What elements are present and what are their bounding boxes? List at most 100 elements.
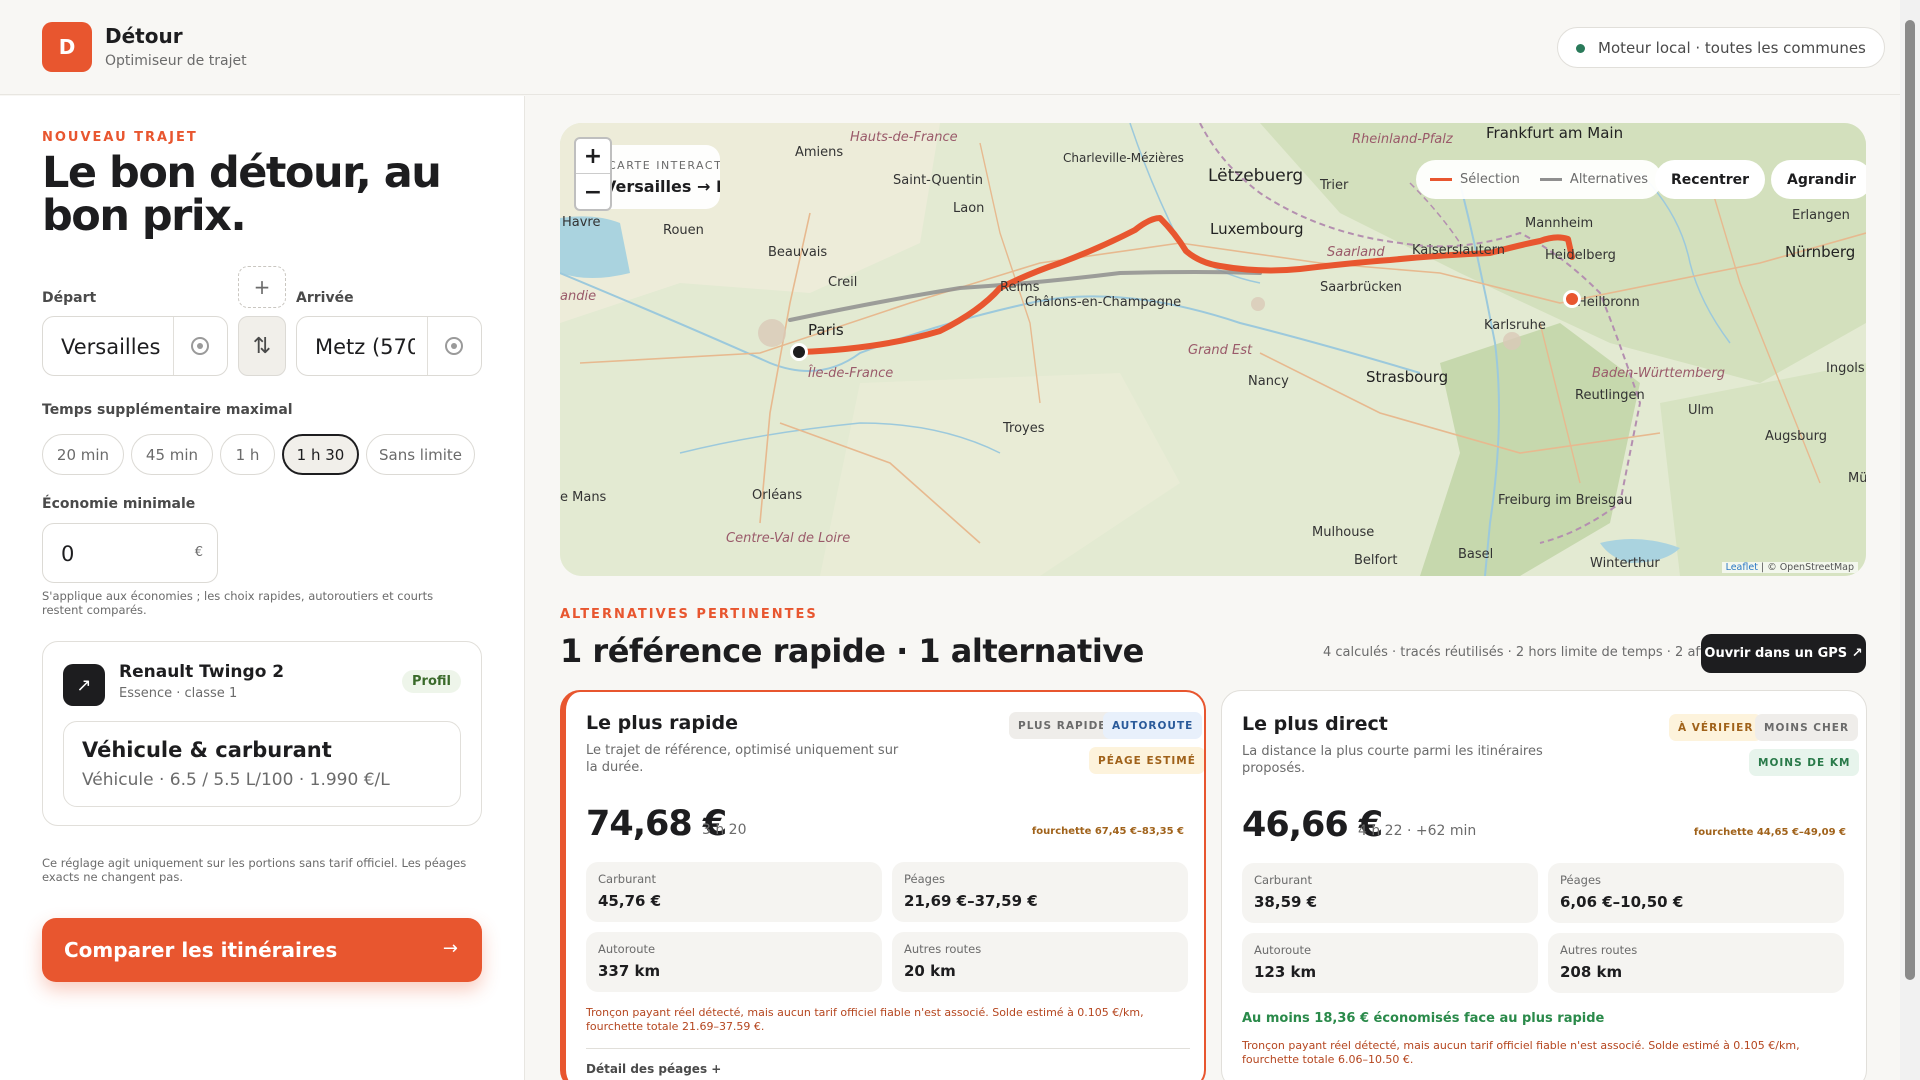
- app-logo[interactable]: D: [42, 22, 92, 72]
- map-label-saint-quentin: Saint-Quentin: [893, 173, 983, 188]
- map-label-troyes: Troyes: [1003, 421, 1045, 436]
- stat-fuel: Carburant 45,76 €: [586, 862, 882, 922]
- route-price-range: fourchette 67,45 €–83,35 €: [1031, 826, 1184, 837]
- min-saving-value[interactable]: 0: [61, 542, 74, 566]
- route-map[interactable]: Amiens Hauts-de-France Saint-Quentin Cha…: [560, 123, 1866, 576]
- stat-label: Autoroute: [1254, 943, 1312, 957]
- map-label-ingols: Ingols: [1826, 361, 1865, 376]
- map-label-beauvais: Beauvais: [768, 245, 828, 260]
- stat-value: 45,76 €: [598, 892, 662, 910]
- stat-label: Carburant: [598, 872, 656, 886]
- stat-value: 123 km: [1254, 963, 1317, 981]
- badge-moins-cher: MOINS CHER: [1755, 714, 1859, 741]
- chip-sans-limite[interactable]: Sans limite: [366, 434, 475, 475]
- route-duration: 3 h 20: [702, 822, 747, 838]
- map-label-charleville: Charleville-Mézières: [1063, 151, 1184, 165]
- open-gps-button[interactable]: Ouvrir dans un GPS ↗: [1701, 634, 1866, 673]
- map-label-belfort: Belfort: [1354, 553, 1398, 568]
- stat-highway: Autoroute 123 km: [1242, 933, 1538, 993]
- map-label-nurnberg: Nürnberg: [1785, 243, 1856, 261]
- osm-attribution[interactable]: | © OpenStreetMap: [1761, 562, 1854, 573]
- map-title-card: CARTE INTERACTIVE Versailles → Metz: [600, 145, 720, 209]
- map-label-le-mans: e Mans: [560, 490, 607, 505]
- stat-highway: Autoroute 337 km: [586, 932, 882, 992]
- zoom-in-button[interactable]: +: [576, 139, 610, 174]
- toll-warning: Tronçon payant réel détecté, mais aucun …: [1242, 1039, 1800, 1066]
- results-title: 1 référence rapide · 1 alternative: [560, 632, 1144, 670]
- app-title: Détour: [105, 24, 183, 48]
- compare-routes-button[interactable]: Comparer les itinéraires →: [42, 918, 482, 982]
- badge-autoroute: AUTOROUTE: [1103, 712, 1203, 739]
- locate-icon[interactable]: [191, 337, 209, 355]
- stat-label: Péages: [1560, 873, 1602, 887]
- departure-field[interactable]: Versailles: [42, 316, 228, 376]
- vehicle-card[interactable]: ↗ Renault Twingo 2 Essence · classe 1 Pr…: [42, 641, 482, 826]
- map-label-centre-val-de-loire: Centre-Val de Loire: [726, 531, 851, 546]
- map-label-nancy: Nancy: [1248, 374, 1289, 389]
- app-subtitle: Optimiseur de trajet: [105, 53, 247, 69]
- add-stop-button[interactable]: +: [238, 266, 286, 308]
- stat-other-roads: Autres routes 208 km: [1548, 933, 1844, 993]
- chip-1-h[interactable]: 1 h: [220, 434, 275, 475]
- page-scrollbar[interactable]: [1900, 0, 1920, 1080]
- map-label-creil: Creil: [828, 275, 858, 290]
- vehicle-sub: Essence · classe 1: [119, 686, 238, 701]
- chip-20-min[interactable]: 20 min: [42, 434, 124, 475]
- origin-marker-icon[interactable]: [790, 343, 808, 361]
- selection-line-icon: [1430, 178, 1452, 181]
- chip-45-min[interactable]: 45 min: [131, 434, 213, 475]
- map-attribution: Leaflet | © OpenStreetMap: [1721, 562, 1858, 573]
- stat-other-roads: Autres routes 20 km: [892, 932, 1188, 992]
- chip-1-h-30[interactable]: 1 h 30: [282, 434, 359, 475]
- map-label-winterthur: Winterthur: [1590, 556, 1660, 571]
- map-legend: Sélection Alternatives: [1416, 160, 1663, 199]
- map-label-orleans: Orléans: [752, 488, 803, 503]
- vehicle-fuel-settings[interactable]: Véhicule & carburant Véhicule · 6.5 / 5.…: [63, 721, 461, 807]
- route-card-fastest[interactable]: Le plus rapide Le trajet de référence, o…: [560, 690, 1206, 1080]
- stat-value: 6,06 €–10,50 €: [1560, 893, 1684, 911]
- form-headline: Le bon détour, au bon prix.: [42, 148, 442, 241]
- extra-time-label: Temps supplémentaire maximal: [42, 402, 293, 418]
- results-eyebrow: ALTERNATIVES PERTINENTES: [560, 607, 818, 622]
- map-label-baden-wurttemberg: Baden-Württemberg: [1592, 366, 1725, 381]
- map-label-erlangen: Erlangen: [1792, 208, 1850, 223]
- status-dot-icon: [1576, 44, 1585, 53]
- stat-value: 20 km: [904, 962, 956, 980]
- destination-marker-icon[interactable]: [1563, 290, 1581, 308]
- toll-detail-toggle[interactable]: Détail des péages +: [586, 1062, 721, 1076]
- arrow-up-right-icon: ↗: [63, 664, 105, 706]
- recenter-button[interactable]: Recentrer: [1655, 160, 1766, 199]
- locate-icon[interactable]: [445, 337, 463, 355]
- leaflet-link[interactable]: Leaflet: [1726, 562, 1758, 573]
- map-label-mulhouse: Mulhouse: [1312, 525, 1375, 540]
- route-price-range: fourchette 44,65 €–49,09 €: [1693, 827, 1846, 838]
- enlarge-button[interactable]: Agrandir: [1771, 160, 1866, 199]
- badge-moins-de-km: MOINS DE KM: [1749, 749, 1860, 776]
- stat-label: Carburant: [1254, 873, 1312, 887]
- app-header: D Détour Optimiseur de trajet Moteur loc…: [0, 0, 1900, 95]
- map-label-paris: Paris: [808, 321, 844, 339]
- vehicle-name: Renault Twingo 2: [119, 662, 285, 682]
- departure-value[interactable]: Versailles: [61, 335, 171, 359]
- map-label-reutlingen: Reutlingen: [1575, 388, 1645, 403]
- vehicle-fuel-title: Véhicule & carburant: [82, 738, 332, 762]
- swap-button[interactable]: ⇅: [238, 316, 286, 376]
- route-card-desc: La distance la plus courte parmi les iti…: [1242, 744, 1543, 776]
- map-label-letzebuerg: Lëtzebuerg: [1208, 166, 1304, 186]
- arrival-value[interactable]: Metz (570: [315, 335, 415, 359]
- map-label-strasbourg: Strasbourg: [1366, 368, 1449, 386]
- min-saving-field[interactable]: 0 €: [42, 523, 218, 583]
- stat-tolls: Péages 6,06 €–10,50 €: [1548, 863, 1844, 923]
- trip-form-panel: NOUVEAU TRAJET Le bon détour, au bon pri…: [0, 96, 525, 1080]
- route-card-direct[interactable]: Le plus direct La distance la plus court…: [1221, 690, 1867, 1080]
- zoom-out-button[interactable]: −: [576, 175, 610, 210]
- map-label-mannheim: Mannheim: [1525, 216, 1594, 231]
- arrow-right-icon: →: [442, 938, 458, 959]
- map-route-label: Versailles → Metz: [604, 177, 720, 196]
- arrival-field[interactable]: Metz (570: [296, 316, 482, 376]
- badge-plus-rapide: PLUS RAPIDE: [1009, 712, 1116, 739]
- scrollbar-thumb[interactable]: [1905, 20, 1915, 980]
- profile-badge[interactable]: Profil: [402, 670, 461, 693]
- card-divider: [586, 1048, 1190, 1049]
- map-label-karlsruhe: Karlsruhe: [1484, 318, 1546, 333]
